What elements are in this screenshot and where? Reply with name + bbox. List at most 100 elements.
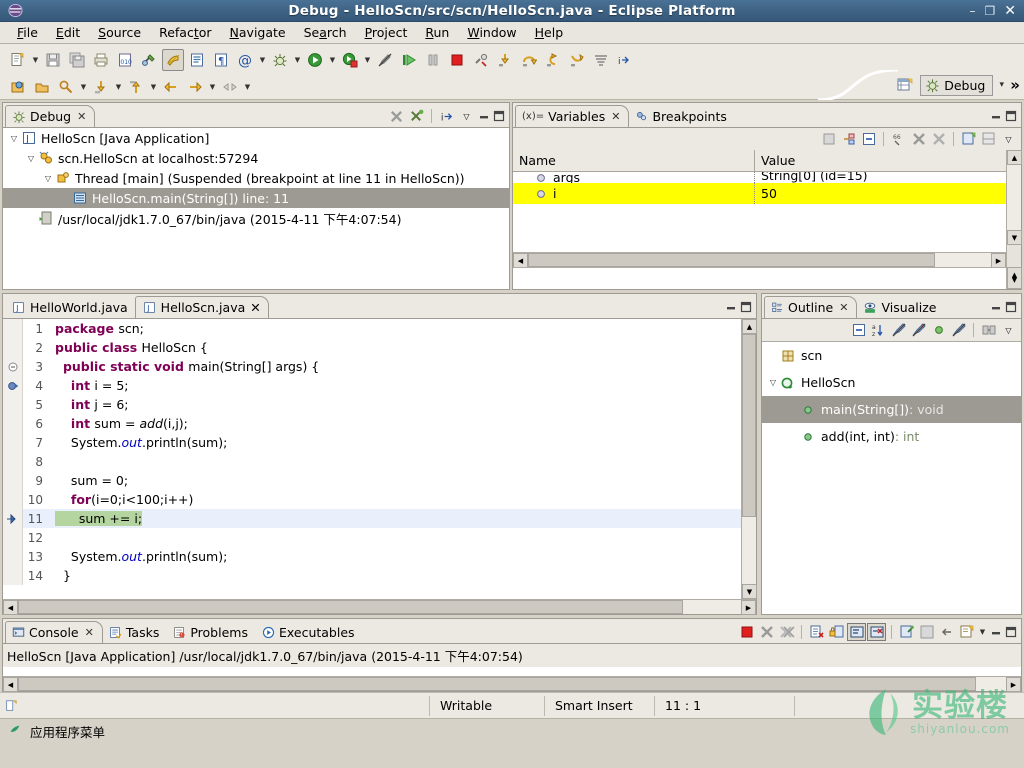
maximize-icon[interactable] [1004, 625, 1018, 639]
scroll-left-icon[interactable]: ◀ [3, 600, 18, 615]
editor-gutter-marker[interactable] [3, 490, 23, 509]
editor-tabbar[interactable]: J HelloWorld.java J HelloScn.java ✕ [3, 294, 756, 318]
scroll-left-icon[interactable]: ◀ [3, 677, 18, 692]
tree-row[interactable]: ▽ Thread [main] (Suspended (breakpoint at… [3, 168, 509, 188]
console-output[interactable]: ◀ ▶ [3, 667, 1021, 692]
view-menu-icon[interactable]: ▽ [999, 321, 1018, 339]
editor-gutter-marker[interactable] [3, 414, 23, 433]
print-button[interactable] [90, 49, 112, 71]
step-into-button[interactable] [494, 49, 516, 71]
hide-static-button[interactable]: S [909, 321, 928, 339]
back-history-button[interactable] [160, 76, 182, 98]
code-line[interactable]: 4 int i = 5; [3, 376, 741, 395]
applications-menu-icon[interactable] [8, 723, 22, 740]
code-line[interactable]: 5 int j = 6; [3, 395, 741, 414]
minimize-icon[interactable] [477, 109, 491, 123]
debug-view-toolbar[interactable]: i ▽ [95, 105, 509, 127]
hide-fields-button[interactable] [889, 321, 908, 339]
hide-nonpublic-button[interactable] [929, 321, 948, 339]
view-menu-icon[interactable]: ▽ [999, 130, 1018, 148]
use-step-filters-button[interactable] [590, 49, 612, 71]
chevron-down-icon[interactable]: ▼ [292, 50, 303, 70]
open-console-button[interactable] [957, 623, 976, 641]
collapse-all-button[interactable] [859, 130, 878, 148]
outline-row[interactable]: add(int, int) : int [762, 423, 1021, 450]
outline-view-toolbar[interactable]: a z S L ▽ [762, 319, 1021, 341]
menu-navigate[interactable]: Navigate [221, 23, 295, 42]
open-type-button[interactable] [186, 49, 208, 71]
new-detail-pane-button[interactable] [959, 130, 978, 148]
show-console-on-error-button[interactable] [867, 623, 886, 641]
external-tools-button[interactable] [339, 49, 361, 71]
variables-vscrollbar[interactable]: ▲ ▼ ▲ ▼ [1006, 150, 1022, 289]
editor-area[interactable]: J HelloWorld.java J HelloScn.java ✕ 1 pa… [2, 293, 757, 615]
minimize-icon[interactable] [989, 109, 1003, 123]
editor-gutter-marker[interactable] [3, 319, 23, 338]
tab-executables[interactable]: Executables [256, 621, 363, 643]
tab-breakpoints[interactable]: Breakpoints [629, 105, 734, 127]
eclipse-icon[interactable] [4, 0, 26, 22]
column-header-name[interactable]: Name [513, 150, 755, 171]
debug-view-tabbar[interactable]: Debug ✕ i ▽ [3, 103, 509, 127]
applications-menu-label[interactable]: 应用程序菜单 [30, 722, 105, 741]
collapse-all-button[interactable] [849, 321, 868, 339]
save-all-button[interactable] [66, 49, 88, 71]
menu-refactor[interactable]: Refactor [150, 23, 220, 42]
editor-vscrollbar[interactable]: ▲ ▼ [741, 319, 757, 599]
scroll-down-icon[interactable]: ▼ [742, 584, 757, 599]
chevron-down-icon[interactable]: ▼ [257, 50, 268, 70]
code-text[interactable]: System.out.println(sum); [49, 549, 741, 564]
perspective-switcher[interactable]: Debug ▾ » [893, 74, 1020, 96]
variables-view-toolbar[interactable]: 66 ▽ [513, 128, 1021, 150]
outline-row[interactable]: scn [762, 342, 1021, 369]
tree-row[interactable]: ▽ J HelloScn [Java Application] [3, 128, 509, 148]
perspective-debug-button[interactable]: Debug [920, 74, 994, 96]
tab-outline[interactable]: Outline ✕ [764, 296, 858, 318]
close-icon[interactable]: ✕ [839, 301, 848, 314]
scroll-left-icon[interactable]: ◀ [513, 253, 528, 268]
previous-annotation-button[interactable] [125, 76, 147, 98]
code-line[interactable]: 9 sum = 0; [3, 471, 741, 490]
editor-gutter-marker[interactable] [3, 528, 23, 547]
expand-twisty-icon[interactable]: ▽ [41, 174, 55, 183]
editor-gutter-marker[interactable] [3, 433, 23, 452]
minimize-button[interactable]: – [970, 5, 976, 17]
scroll-up-icon[interactable]: ▲ [1007, 150, 1022, 165]
editor-gutter-marker[interactable] [3, 509, 23, 528]
expand-twisty-icon[interactable]: ▽ [24, 154, 38, 163]
tree-row[interactable]: /usr/local/jdk1.7.0_67/bin/java (2015-4-… [3, 208, 509, 228]
toggle-hex-button[interactable]: 010 [114, 49, 136, 71]
remove-all-button[interactable] [909, 130, 928, 148]
code-text[interactable]: sum += i; [49, 511, 741, 526]
build-button[interactable] [138, 49, 160, 71]
toolbar-row-2[interactable]: ▼ ▼ ▼ ▼ ▼ [0, 73, 1024, 100]
outline-tab-controls[interactable] [945, 296, 1022, 318]
outline-row[interactable]: main(String[]) : void [762, 396, 1021, 423]
annotation-button[interactable]: @ [234, 49, 256, 71]
outline-view[interactable]: Outline ✕ Visualize a z S L ▽ scn ▽ Hell… [761, 293, 1022, 615]
expand-twisty-icon[interactable]: ▽ [766, 378, 780, 387]
open-resource-button[interactable] [31, 76, 53, 98]
variables-view-tabbar[interactable]: (x)= Variables ✕ Breakpoints [513, 103, 1021, 127]
step-return-button[interactable] [542, 49, 564, 71]
menu-window[interactable]: Window [458, 23, 525, 42]
code-text[interactable]: int sum = add(i,j); [49, 416, 741, 431]
tree-row[interactable]: ▽ scn.HelloScn at localhost:57294 [3, 148, 509, 168]
new-wizard-button[interactable] [7, 49, 29, 71]
show-console-on-output-button[interactable] [847, 623, 866, 641]
scroll-down-icon[interactable]: ▼ [1007, 230, 1022, 245]
debug-view[interactable]: Debug ✕ i ▽ ▽ J HelloScn [Java Applicati… [2, 102, 510, 290]
run-button[interactable] [304, 49, 326, 71]
previous-console-button[interactable] [937, 623, 956, 641]
code-line[interactable]: 7 System.out.println(sum); [3, 433, 741, 452]
menu-help[interactable]: Help [526, 23, 573, 42]
variables-row[interactable]: i 50 [513, 183, 1006, 204]
code-text[interactable]: package scn; [49, 321, 741, 336]
chevron-down-icon[interactable]: ▼ [977, 622, 988, 642]
tab-helloscn-java[interactable]: J HelloScn.java ✕ [134, 296, 269, 318]
maximize-icon[interactable] [739, 300, 753, 314]
next-annotation-button[interactable] [90, 76, 112, 98]
chevron-down-icon[interactable]: ▼ [148, 77, 159, 97]
editor-tab-controls[interactable] [269, 296, 756, 318]
tab-helloworld-java[interactable]: J HelloWorld.java [5, 296, 135, 318]
